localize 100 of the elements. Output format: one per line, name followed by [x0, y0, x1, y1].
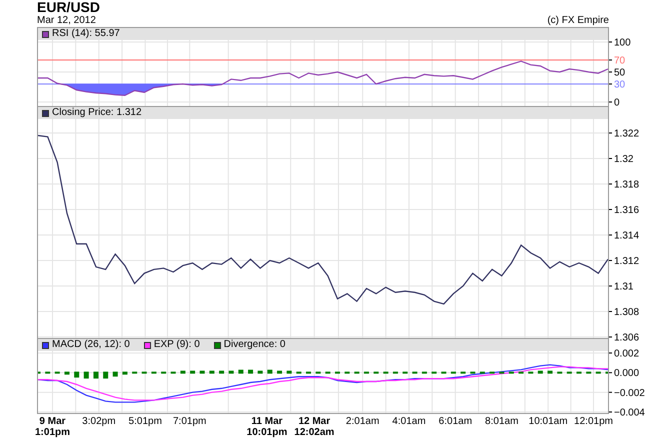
- divergence-bar: [470, 372, 476, 374]
- divergence-bar: [45, 372, 50, 374]
- axis-date: 9 Mar: [39, 416, 66, 427]
- divergence-bar: [200, 370, 205, 374]
- divergence-bar: [219, 370, 224, 374]
- divergence-bar: [344, 372, 350, 374]
- divergence-bar: [296, 372, 302, 374]
- axis-label: 100: [614, 38, 631, 48]
- axis-label: 30: [614, 80, 626, 90]
- axis-label: 1.32: [614, 154, 634, 165]
- series-name: MACD (26, 12): [52, 339, 119, 350]
- divergence-bar: [412, 372, 418, 374]
- divergence-bar: [354, 372, 360, 374]
- divergence-bar: [528, 372, 534, 374]
- axis-label: 1.312: [614, 256, 640, 267]
- series-name: EXP (9): [154, 339, 189, 350]
- axis-label: −0.002: [614, 388, 645, 399]
- series-reading: : 1.312: [110, 107, 142, 118]
- divergence-bar: [566, 372, 572, 374]
- axis-time: 12:01pm: [574, 416, 613, 427]
- series-reading: : 55.97: [89, 28, 120, 39]
- axis-time: 3:02pm: [82, 416, 116, 427]
- axis-time: 2:01am: [346, 416, 380, 427]
- axis-date: 12 Mar: [298, 416, 330, 427]
- axis-time: 4:01am: [392, 416, 426, 427]
- divergence-bar: [335, 372, 340, 374]
- axis-label: 1.322: [614, 128, 640, 140]
- series-name: Closing Price: [52, 107, 111, 118]
- divergence-bar: [490, 372, 495, 374]
- divergence-bar: [432, 372, 437, 374]
- divergence-bar: [422, 372, 427, 374]
- divergence-bar: [190, 370, 196, 374]
- divergence-bar: [606, 372, 608, 374]
- divergence-bar: [499, 372, 504, 374]
- chart-title: EUR/USD: [37, 0, 100, 15]
- axis-label: 70: [614, 56, 626, 66]
- divergence-bar: [557, 372, 562, 374]
- divergence-bar: [374, 372, 379, 374]
- divergence-bar: [209, 370, 214, 374]
- axis-label: 1.316: [614, 205, 640, 216]
- axis-label: 1.306: [614, 332, 640, 344]
- axis-date: 11 Mar: [251, 416, 283, 427]
- divergence-bar: [306, 372, 311, 374]
- divergence-bar: [93, 372, 98, 379]
- series-reading: : 0: [118, 339, 130, 350]
- divergence-bar: [54, 372, 60, 374]
- series-reading: : 0: [274, 339, 286, 350]
- axis-label: 0.002: [614, 348, 640, 360]
- divergence-bar: [402, 372, 408, 374]
- axis-label: 0: [614, 98, 620, 108]
- axis-label: 1.308: [614, 307, 640, 318]
- axis-time: 10:01am: [528, 416, 568, 427]
- divergence-bar: [161, 372, 166, 374]
- divergence-bar: [238, 370, 244, 374]
- axis-time: 6:01am: [438, 416, 472, 427]
- divergence-bar: [316, 372, 321, 374]
- divergence-bar: [548, 370, 553, 374]
- series-reading: : 0: [188, 339, 200, 350]
- divergence-bar: [170, 372, 176, 374]
- axis-label: 0.000: [614, 368, 640, 380]
- axis-label: 1.318: [614, 180, 640, 190]
- divergence-bar: [586, 372, 592, 374]
- axis-label: 1.31: [614, 282, 634, 292]
- divergence-bar: [122, 372, 128, 375]
- divergence-bar: [64, 372, 70, 375]
- series-name: Divergence: [224, 339, 274, 350]
- divergence-bar: [460, 372, 466, 374]
- axis-label: 50: [614, 68, 626, 78]
- divergence-bar: [267, 370, 272, 374]
- divergence-bar: [103, 372, 108, 379]
- divergence-bar: [508, 372, 514, 374]
- divergence-bar: [258, 370, 263, 374]
- axis-time: 1:01pm: [34, 427, 70, 438]
- divergence-bar: [596, 372, 601, 374]
- divergence-bar: [142, 372, 147, 374]
- divergence-bar: [286, 370, 292, 374]
- divergence-bar: [277, 370, 282, 374]
- divergence-bar: [325, 372, 330, 374]
- divergence-bar: [364, 372, 369, 374]
- divergence-bar: [450, 372, 456, 374]
- divergence-bar: [74, 372, 80, 378]
- divergence-bar: [248, 370, 254, 374]
- credit-text: (c) FX Empire: [547, 15, 609, 27]
- divergence-bar: [38, 372, 40, 374]
- divergence-bar: [383, 372, 388, 374]
- divergence-bar: [518, 372, 524, 374]
- axis-time: 8:01am: [485, 416, 518, 427]
- axis-time: 12:02am: [294, 427, 334, 438]
- divergence-bar: [392, 372, 398, 374]
- axis-time: 7:01pm: [173, 416, 206, 427]
- divergence-bar: [441, 372, 446, 374]
- divergence-bar: [538, 370, 543, 374]
- divergence-bar: [84, 372, 89, 379]
- divergence-bar: [480, 372, 485, 374]
- axis-label: −0.004: [614, 408, 645, 418]
- divergence-bar: [180, 370, 186, 374]
- divergence-bar: [132, 372, 138, 374]
- divergence-bar: [576, 372, 582, 374]
- axis-time: 10:01pm: [246, 427, 288, 438]
- chart-date: Mar 12, 2012: [37, 15, 96, 27]
